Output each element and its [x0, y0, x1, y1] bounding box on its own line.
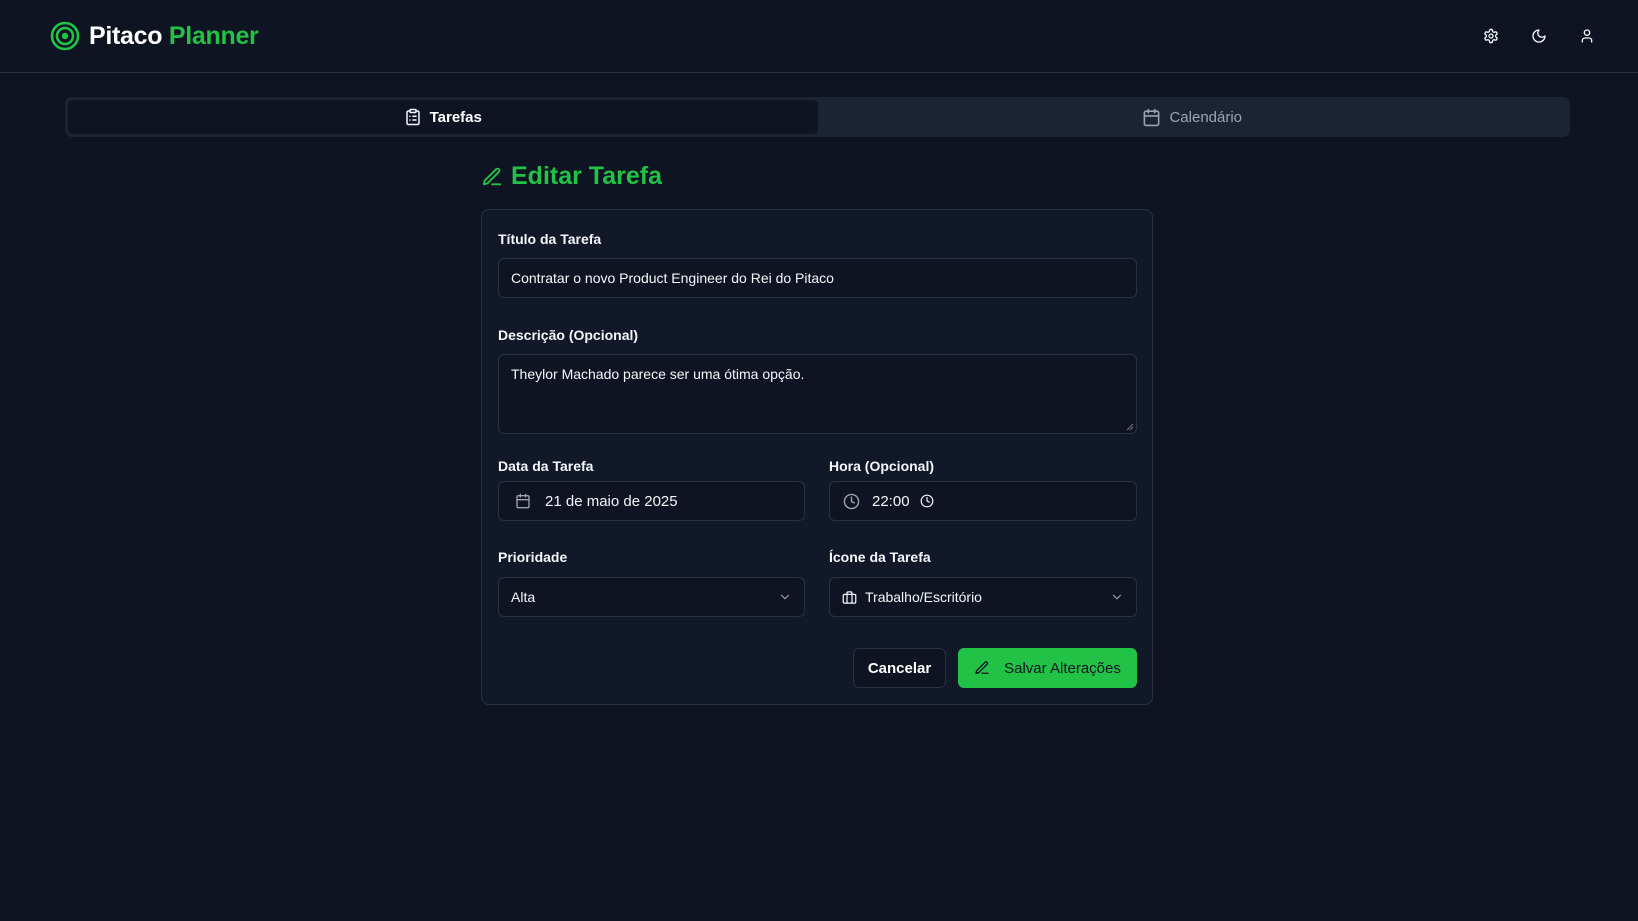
task-title-input[interactable]: Contratar o novo Product Engineer do Rei… — [498, 258, 1137, 298]
tab-tarefas-label: Tarefas — [429, 108, 482, 126]
clipboard-icon — [404, 108, 422, 126]
date-label: Data da Tarefa — [498, 458, 594, 474]
task-icon-selected: Trabalho/Escritório — [842, 589, 982, 605]
description-label: Descrição (Opcional) — [498, 327, 639, 343]
task-description-textarea[interactable]: Theylor Machado parece ser uma ótima opç… — [498, 354, 1137, 434]
priority-label: Prioridade — [498, 549, 568, 565]
save-changes-label: Salvar Alterações — [1004, 659, 1121, 677]
clock-icon — [843, 493, 860, 510]
settings-button[interactable] — [1480, 25, 1502, 47]
brand-name: Pitaco Planner — [89, 22, 259, 51]
briefcase-icon — [842, 590, 857, 605]
task-icon-label: Ícone da Tarefa — [829, 549, 931, 565]
user-profile-button[interactable] — [1576, 25, 1598, 47]
task-icon-select[interactable]: Trabalho/Escritório — [829, 577, 1137, 617]
moon-icon — [1531, 28, 1547, 44]
brand-name-part1: Pitaco — [89, 21, 163, 50]
target-logo-icon — [50, 21, 80, 51]
calendar-icon — [515, 493, 531, 509]
page-title: Editar Tarefa — [511, 162, 662, 190]
task-date-picker[interactable]: 21 de maio de 2025 — [498, 481, 805, 521]
task-title-value: Contratar o novo Product Engineer do Rei… — [511, 270, 834, 286]
cancel-button[interactable]: Cancelar — [853, 648, 946, 688]
brand[interactable]: Pitaco Planner — [50, 21, 259, 51]
theme-toggle-button[interactable] — [1528, 25, 1550, 47]
tab-calendario-label: Calendário — [1169, 108, 1243, 126]
app-header: Pitaco Planner — [0, 0, 1638, 73]
form-heading: Editar Tarefa — [481, 162, 662, 191]
save-changes-button[interactable]: Salvar Alterações — [958, 648, 1137, 688]
view-tabs: Tarefas Calendário — [65, 97, 1570, 137]
task-date-value: 21 de maio de 2025 — [545, 492, 678, 510]
time-label: Hora (Opcional) — [829, 458, 935, 474]
task-description-value: Theylor Machado parece ser uma ótima opç… — [511, 366, 805, 382]
chevron-down-icon — [778, 590, 792, 604]
chevron-down-icon — [1110, 590, 1124, 604]
header-actions — [1480, 25, 1598, 47]
gear-icon — [1483, 28, 1499, 44]
resize-handle-icon[interactable] — [1126, 423, 1134, 431]
priority-select[interactable]: Alta — [498, 577, 805, 617]
user-icon — [1579, 28, 1595, 44]
edit-task-card: Título da Tarefa Contratar o novo Produc… — [481, 209, 1153, 705]
pencil-icon — [481, 166, 503, 188]
tab-calendario[interactable]: Calendário — [818, 100, 1568, 134]
task-time-input[interactable]: 22:00 — [829, 481, 1137, 521]
task-time-value: 22:00 — [872, 492, 910, 510]
time-picker-clock-icon[interactable] — [920, 494, 934, 508]
priority-value: Alta — [511, 589, 536, 605]
calendar-icon — [1142, 108, 1161, 127]
brand-name-part2: Planner — [168, 21, 259, 50]
pencil-icon — [974, 660, 990, 676]
title-label: Título da Tarefa — [498, 231, 602, 247]
task-icon-value: Trabalho/Escritório — [865, 589, 982, 605]
tab-tarefas[interactable]: Tarefas — [68, 100, 818, 134]
